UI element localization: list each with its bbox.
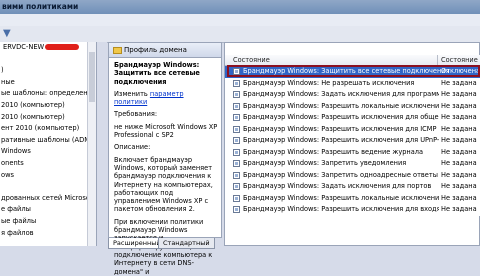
tree-item[interactable]: ент 2010 (компьютер) [0, 123, 96, 135]
description-header: Профиль домена [109, 43, 221, 58]
column-divider[interactable] [437, 55, 438, 65]
description-text: Включает брандмауэр Windows, который зам… [114, 155, 213, 214]
policy-state: Не задана [439, 135, 480, 147]
policy-tree[interactable]: ERVDC-NEW ) ные ые шаблоны: определения … [0, 42, 97, 246]
policy-icon [233, 194, 240, 202]
table-row[interactable]: Брандмауэр Windows: Задать исключения дл… [225, 181, 480, 193]
table-row[interactable]: Брандмауэр Windows: Разрешить исключения… [225, 112, 480, 124]
folder-icon [113, 46, 122, 54]
table-row[interactable]: Брандмауэр Windows: Разрешить исключения… [225, 204, 480, 216]
tree-root-label: ERVDC-NEW [3, 43, 45, 51]
policy-state: Не задана [439, 181, 480, 193]
policy-icon [233, 183, 240, 190]
tree-item[interactable]: я файлов [0, 228, 96, 240]
column-header-status[interactable]: Состояние [441, 55, 478, 65]
table-row[interactable]: Брандмауэр Windows: Разрешить ведение жу… [225, 146, 480, 158]
edit-prefix: Изменить [114, 89, 148, 98]
policy-state: Не задана [439, 158, 480, 170]
policy-state: Не задана [439, 112, 480, 124]
policy-state: Не задана [439, 204, 480, 216]
tree-scrollbar[interactable] [87, 42, 96, 246]
table-row[interactable]: Брандмауэр Windows: Запретить одноадресн… [225, 169, 480, 181]
policy-icon [233, 91, 240, 98]
policy-icon [233, 68, 240, 75]
policy-name: Брандмауэр Windows: Запретить уведомлени… [243, 159, 407, 167]
tree-item[interactable]: ые файлы [0, 216, 96, 228]
policy-state: Не задана [439, 77, 480, 89]
policy-name: Брандмауэр Windows: Запретить одноадресн… [243, 170, 459, 179]
policy-list[interactable]: Состояние Состояние Брандмауэр Windows: … [224, 42, 480, 246]
policy-name: Брандмауэр Windows: Защитить все сетевые… [243, 67, 450, 75]
policy-name: Брандмауэр Windows: Разрешить локальные … [243, 101, 459, 110]
tree-item[interactable]: onents [0, 158, 96, 170]
tree-item[interactable]: ) [0, 65, 96, 77]
policy-state: Не задана [439, 146, 480, 158]
description-pane: Профиль домена Брандмауэр Windows: Защит… [108, 42, 222, 276]
policy-icon [233, 137, 240, 144]
table-row[interactable]: Брандмауэр Windows: Разрешить локальные … [225, 100, 480, 112]
tree-item[interactable] [0, 181, 96, 193]
policy-name: Брандмауэр Windows: Разрешить исключения… [243, 113, 459, 121]
policy-name: Брандмауэр Windows: Задать исключения дл… [243, 90, 442, 98]
window-title: вими политиками [0, 0, 480, 14]
policy-name: Брандмауэр Windows: Не разрешать исключе… [243, 78, 415, 87]
policy-state: Не задана [439, 169, 480, 181]
tree-item[interactable] [0, 54, 96, 66]
tree-root[interactable]: ERVDC-NEW [0, 42, 96, 54]
filter-icon[interactable]: ▼ [3, 28, 11, 39]
requirements-text: не ниже Microsoft Windows XP Professiona… [114, 122, 218, 140]
policy-state: Не задана [439, 89, 480, 101]
policy-name: Брандмауэр Windows: Разрешить исключения… [243, 124, 437, 133]
policy-icon [233, 171, 240, 179]
policy-icon [233, 148, 240, 156]
policy-icon [233, 79, 240, 87]
view-tabs: Расширенный Стандартный [108, 238, 222, 249]
table-row[interactable]: Брандмауэр Windows: Защитить все сетевые… [225, 66, 480, 78]
description-header-label: Профиль домена [124, 46, 187, 54]
redaction-mark [45, 44, 80, 50]
tree-item[interactable]: 2010 (компьютер) [0, 112, 96, 124]
policy-name: Брандмауэр Windows: Задать исключения дл… [243, 182, 432, 190]
tree-item[interactable]: ows [0, 170, 96, 182]
splitter[interactable] [97, 42, 107, 246]
policy-state: Не задана [439, 192, 480, 204]
tree-item[interactable]: ые шаблоны: определения политик (AI [0, 88, 96, 100]
table-row[interactable]: Брандмауэр Windows: Не разрешать исключе… [225, 77, 480, 89]
policy-icon [233, 114, 240, 121]
tab-extended[interactable]: Расширенный [108, 238, 166, 249]
policy-state: Не задана [439, 123, 480, 135]
table-row[interactable]: Брандмауэр Windows: Разрешить исключения… [225, 135, 480, 147]
policy-icon [233, 160, 240, 167]
table-row[interactable]: Брандмауэр Windows: Разрешить локальные … [225, 192, 480, 204]
tree-item[interactable]: дрованных сетей Microsoft [0, 193, 96, 205]
policy-name: Брандмауэр Windows: Разрешить исключения… [243, 136, 458, 144]
policy-name: Брандмауэр Windows: Разрешить исключения… [243, 205, 459, 213]
tree-item[interactable]: е файлы [0, 204, 96, 216]
toolbar [0, 26, 480, 43]
policy-title: Брандмауэр Windows: Защитить все сетевые… [114, 61, 200, 86]
edit-policy-line: Изменить параметр политики [114, 90, 218, 107]
policy-state: Отключена [441, 67, 480, 75]
policy-icon [233, 102, 240, 110]
tree-item[interactable]: ные [0, 77, 96, 89]
tree-item[interactable]: ративные шаблоны (ADM) [0, 135, 96, 147]
policy-name: Брандмауэр Windows: Разрешить локальные … [243, 193, 459, 202]
column-header-state[interactable]: Состояние [233, 55, 270, 65]
tree-item[interactable]: 2010 (компьютер) [0, 100, 96, 112]
description-label: Описание: [114, 143, 151, 152]
table-row[interactable]: Брандмауэр Windows: Разрешить исключения… [225, 123, 480, 135]
list-header: Состояние Состояние [225, 55, 480, 66]
policy-icon [233, 206, 240, 213]
scrollbar-thumb[interactable] [89, 52, 95, 102]
requirements-label: Требования: [114, 110, 158, 119]
policy-name: Брандмауэр Windows: Разрешить ведение жу… [243, 147, 424, 156]
policy-state: Не задана [439, 100, 480, 112]
table-row[interactable]: Брандмауэр Windows: Запретить уведомлени… [225, 158, 480, 170]
tree-item[interactable]: Windows [0, 146, 96, 158]
tab-standard[interactable]: Стандартный [158, 238, 215, 249]
policy-icon [233, 125, 240, 133]
table-row[interactable]: Брандмауэр Windows: Задать исключения дл… [225, 89, 480, 101]
